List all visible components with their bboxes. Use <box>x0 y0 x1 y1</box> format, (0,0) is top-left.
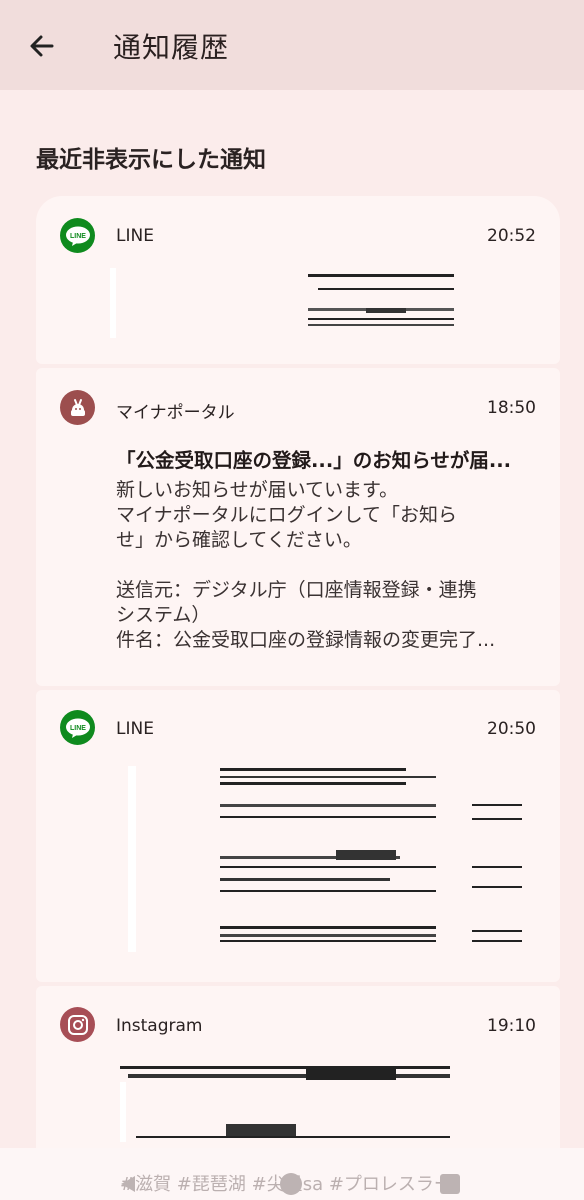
redacted-content <box>220 866 436 868</box>
notification-card-instagram[interactable]: Instagram 19:10 <box>36 986 560 1166</box>
recents-nav-icon[interactable] <box>439 1173 461 1199</box>
redacted-content <box>472 818 522 820</box>
redacted-content <box>306 1068 396 1080</box>
notification-time: 20:52 <box>487 226 536 246</box>
redacted-content <box>120 1066 450 1069</box>
notification-title: 「公金受取口座の登録...」のお知らせが届... <box>116 449 512 472</box>
home-nav-icon[interactable] <box>279 1172 303 1200</box>
notification-body-line: マイナポータルにログインして「お知ら <box>116 504 458 526</box>
redacted-content <box>336 850 396 860</box>
redacted-content <box>472 940 522 942</box>
app-name: LINE <box>116 719 154 739</box>
notification-body: 新しいお知らせが届いています。 マイナポータルにログインして「お知ら せ」から確… <box>116 478 536 653</box>
redacted-content <box>128 766 136 952</box>
redacted-content <box>220 816 436 818</box>
notification-time: 20:50 <box>487 719 536 739</box>
back-arrow-icon[interactable] <box>26 30 58 62</box>
notification-body-line: せ」から確認してください。 <box>116 529 362 551</box>
svg-text:LINE: LINE <box>70 725 86 732</box>
svg-text:LINE: LINE <box>70 233 86 240</box>
section-title: 最近非表示にした通知 <box>36 147 266 173</box>
redacted-content <box>308 318 454 320</box>
redacted-content <box>220 776 436 778</box>
notification-body-line: 送信元：デジタル庁（口座情報登録・連携 <box>116 579 477 601</box>
notification-card-line-2[interactable]: LINE LINE 20:50 <box>36 690 560 982</box>
notification-card-line-1[interactable]: LINE LINE 20:52 <box>36 196 560 364</box>
notification-time: 18:50 <box>487 398 536 418</box>
redacted-content <box>220 768 406 771</box>
instagram-app-icon <box>60 1007 95 1042</box>
redacted-content <box>220 926 436 929</box>
line-app-icon: LINE <box>60 218 95 253</box>
notification-body-line: 新しいお知らせが届いています。 <box>116 479 399 501</box>
page-title: 通知履歴 <box>113 31 230 64</box>
redacted-content <box>220 878 390 881</box>
redacted-content <box>472 804 522 806</box>
redacted-content <box>472 886 522 888</box>
redacted-content <box>110 268 116 338</box>
redacted-content <box>220 890 436 892</box>
redacted-content <box>366 308 406 313</box>
mynaportal-app-icon <box>60 390 95 425</box>
notification-body-line: システム） <box>116 604 211 626</box>
redacted-content <box>136 1136 450 1138</box>
redacted-content <box>472 866 522 868</box>
app-name: マイナポータル <box>116 403 235 423</box>
redacted-content <box>220 940 436 942</box>
app-name: LINE <box>116 226 154 246</box>
notification-time: 19:10 <box>487 1016 536 1036</box>
notification-card-mynaportal[interactable]: マイナポータル 18:50 「公金受取口座の登録...」のお知らせが届... 新… <box>36 368 560 686</box>
line-app-icon: LINE <box>60 710 95 745</box>
app-bar: 通知履歴 <box>0 0 584 90</box>
redacted-content <box>308 274 454 277</box>
redacted-content <box>220 782 406 785</box>
redacted-content <box>308 324 454 326</box>
redacted-content <box>472 930 522 932</box>
redacted-content <box>128 1074 450 1078</box>
redacted-content <box>120 1082 126 1142</box>
app-name: Instagram <box>116 1016 203 1036</box>
notification-body-line: 件名：公金受取口座の登録情報の変更完了... <box>116 629 496 651</box>
notification-body-line <box>116 553 536 578</box>
redacted-content <box>318 288 454 290</box>
back-nav-icon[interactable] <box>117 1173 139 1199</box>
redacted-content <box>220 934 436 937</box>
redacted-content <box>220 804 436 807</box>
